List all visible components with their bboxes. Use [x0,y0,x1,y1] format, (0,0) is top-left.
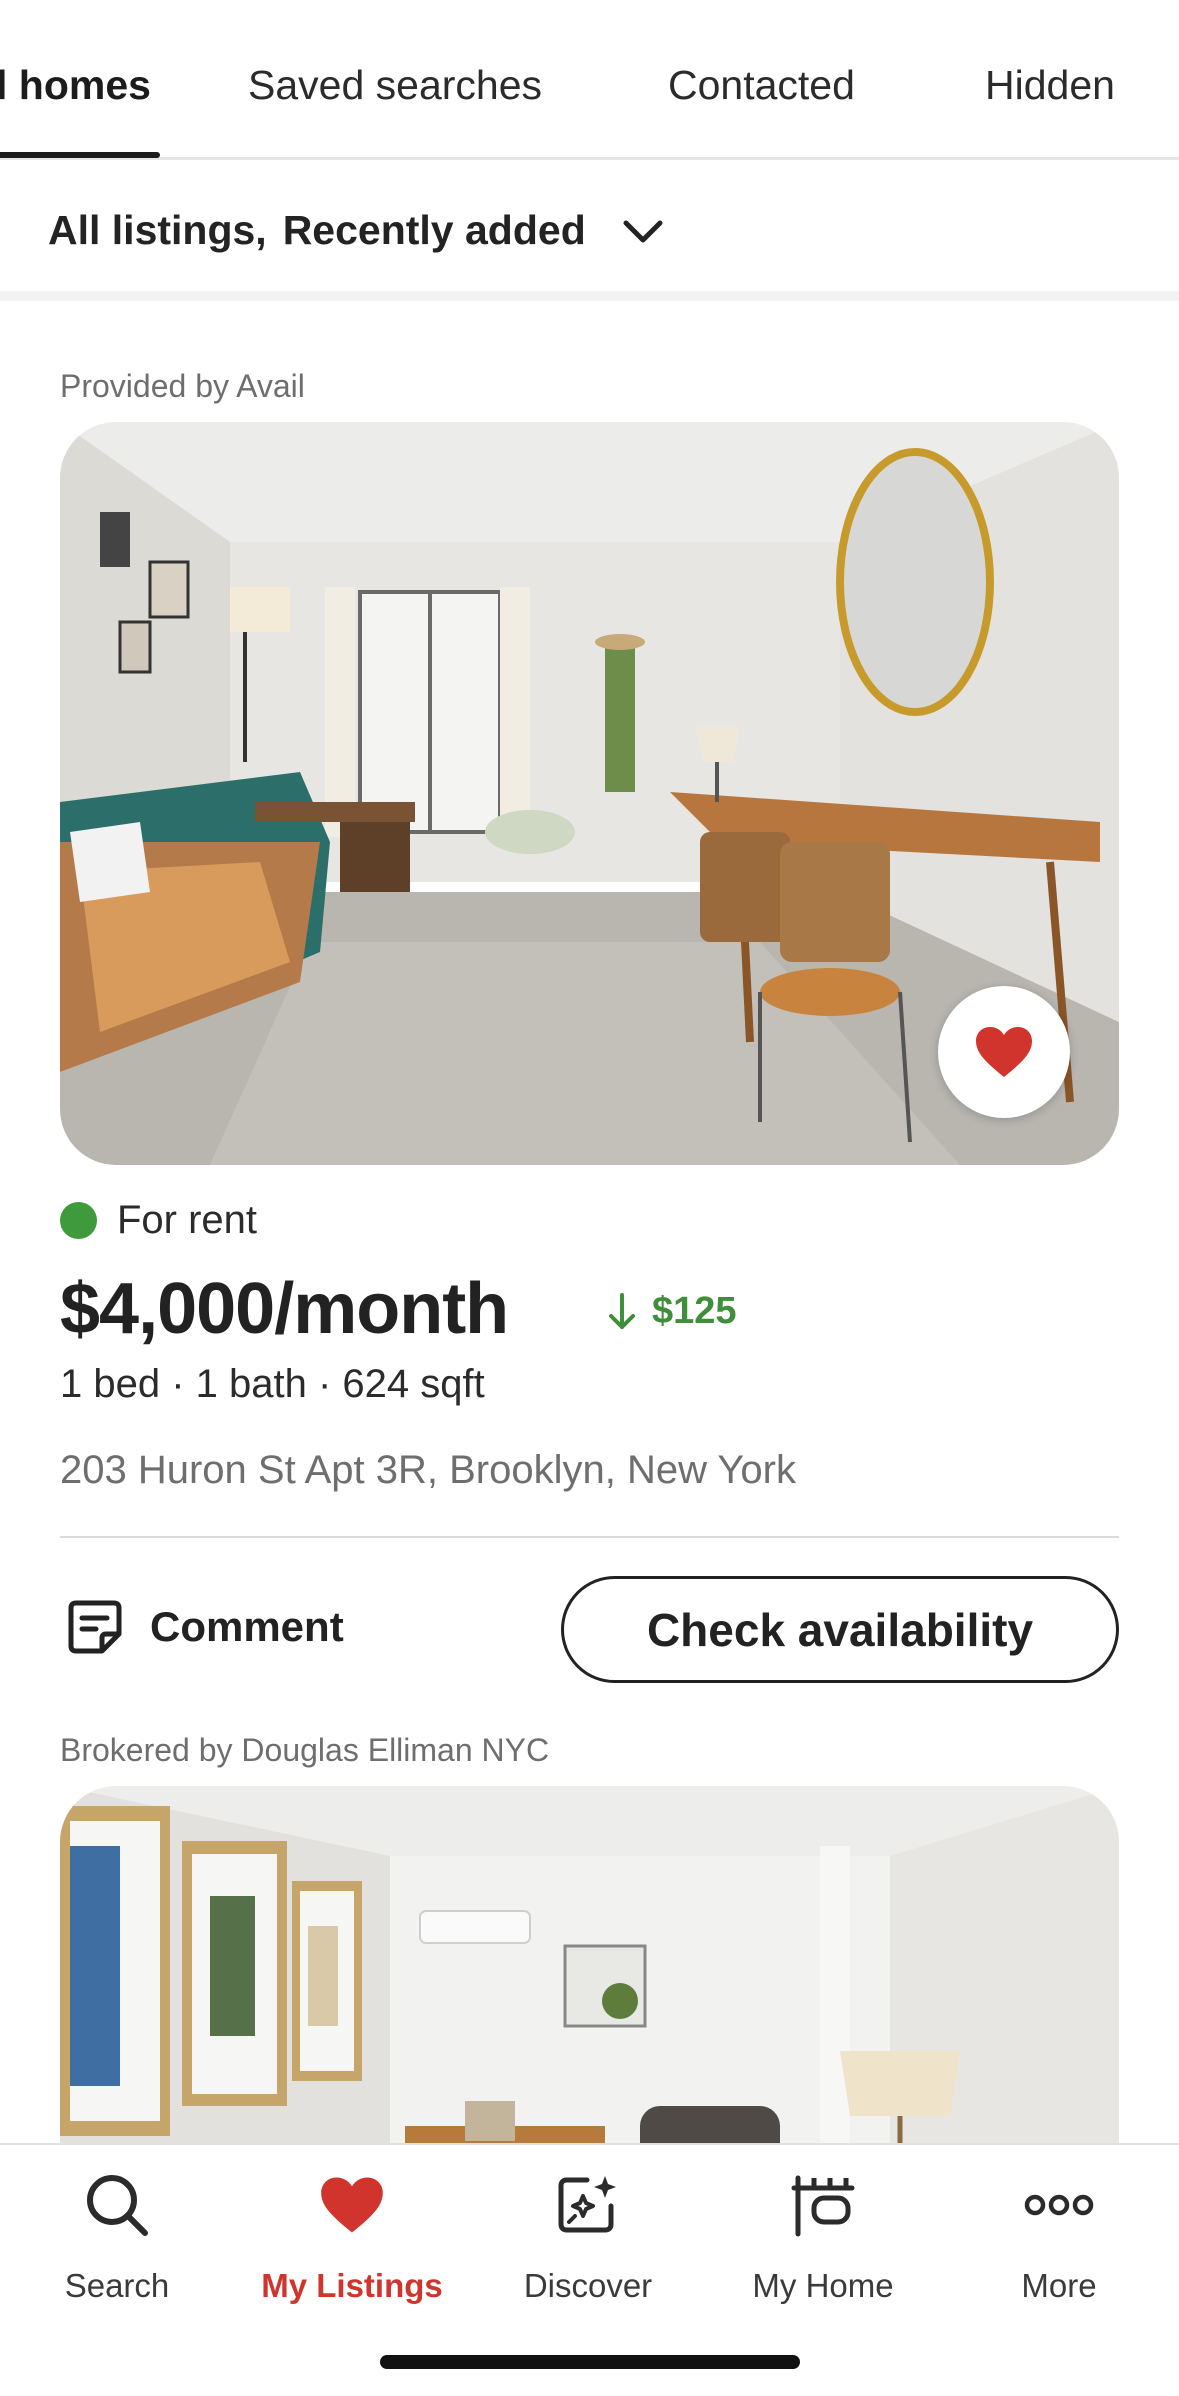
status-label: For rent [117,1198,258,1242]
nav-my-listings[interactable]: My Listings [252,2165,452,2305]
nav-my-home[interactable]: My Home [723,2165,923,2305]
nav-label: Search [64,2267,170,2304]
filter-bar[interactable]: All listings, Recently added [0,163,1179,301]
home-indicator[interactable] [380,2355,800,2369]
active-tab-indicator [0,152,160,158]
tab-saved-homes[interactable]: l homes [0,62,151,109]
comment-icon [68,1600,122,1654]
listing-tabs: l homes Saved searches Contacted Hidden [0,0,1179,160]
listing-photo[interactable] [60,422,1119,1165]
tab-hidden[interactable]: Hidden [985,62,1115,109]
discover-icon [558,2176,616,2233]
chevron-down-icon[interactable] [618,213,668,253]
nav-discover[interactable]: Discover [488,2165,688,2305]
nav-more[interactable]: More [959,2165,1159,2305]
nav-label: My Home [752,2267,894,2304]
filter-scope-label: All listings, [48,207,267,253]
save-listing-button[interactable] [938,986,1070,1118]
my-home-icon [791,2175,855,2237]
listing-provider: Brokered by Douglas Elliman NYC [60,1732,550,1768]
divider [60,1536,1119,1538]
listing-address[interactable]: 203 Huron St Apt 3R, Brooklyn, New York [60,1448,796,1493]
listing-status: For rent [60,1198,257,1243]
nav-label: More [1021,2267,1097,2304]
filter-sort-dropdown[interactable]: All listings, Recently added [48,207,586,254]
listing-specs: 1 bed · 1 bath · 624 sqft [60,1362,485,1406]
nav-label: My Listings [261,2267,443,2304]
search-icon [87,2175,148,2236]
heart-icon [321,2177,383,2233]
tab-contacted[interactable]: Contacted [668,62,855,109]
comment-label: Comment [150,1603,344,1650]
more-icon [1024,2194,1094,2216]
listing-photo[interactable] [60,1786,1119,2186]
check-availability-button[interactable]: Check availability [561,1576,1119,1683]
price-change: $125 [608,1290,737,1333]
comment-button[interactable]: Comment [66,1598,344,1656]
tab-saved-searches[interactable]: Saved searches [248,62,542,109]
listing-price: $4,000/month [60,1269,509,1349]
price-change-amount: $125 [652,1290,737,1332]
nav-search[interactable]: Search [17,2165,217,2305]
sort-label: Recently added [282,207,586,253]
status-dot [60,1202,97,1239]
arrow-down-icon [609,1292,635,1329]
listing-provider: Provided by Avail [60,368,305,404]
nav-label: Discover [523,2267,653,2304]
heart-icon [976,1027,1032,1077]
